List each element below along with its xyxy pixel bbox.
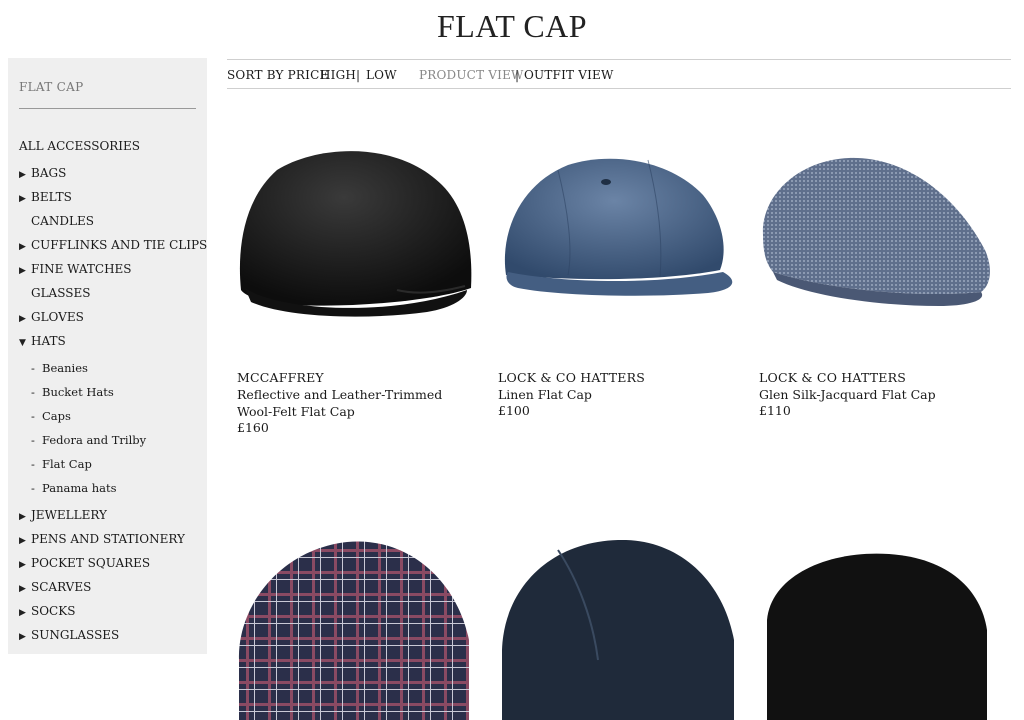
toolbar-separator: | [515,68,520,82]
black-wool-flat-cap-image[interactable] [237,140,477,320]
product-brand[interactable]: LOCK & CO HATTERS [498,370,645,385]
caret-right-icon: ▶ [19,266,26,276]
sidebar-item[interactable]: - Fedora and Trilby [31,432,146,448]
sidebar-item[interactable]: ▶ BELTS [19,189,72,205]
sidebar-item[interactable]: ▶ BAGS [19,165,66,181]
sidebar-item-label: HATS [31,334,66,348]
product-price: £100 [498,403,530,418]
bullet-dash-icon: - [31,433,35,447]
product-name[interactable]: Linen Flat Cap [498,386,733,403]
sidebar-item[interactable]: ▶ SOCKS [19,603,75,619]
sidebar-item[interactable]: - Panama hats [31,480,117,496]
sort-low-link[interactable]: LOW [366,68,397,82]
sidebar-item[interactable]: ▶ SUNGLASSES [19,627,119,643]
category-sidebar: FLAT CAP ALL ACCESSORIES ▶ BAGS ▶ BELTS CANDL… [8,58,207,654]
caret-right-icon: ▶ [19,170,26,180]
bullet-dash-icon: - [31,361,35,375]
sidebar-item[interactable]: ▶ GLOVES [19,309,84,325]
caret-right-icon: ▶ [19,632,26,642]
caret-right-icon: ▶ [19,536,26,546]
sidebar-item-label: BELTS [31,190,72,204]
sidebar-item[interactable]: ▶ CUFFLINKS AND TIE CLIPS [19,237,207,253]
sidebar-item-label: BAGS [31,166,67,180]
caret-right-icon: ▶ [19,194,26,204]
sidebar-item[interactable]: ▶ JEWELLERY [19,507,107,523]
sidebar-item-label: Panama hats [42,481,117,495]
bullet-dash-icon: - [31,409,35,423]
product-price: £160 [237,420,269,435]
sidebar-item-label: SUNGLASSES [31,628,120,642]
product-price: £110 [759,403,791,418]
sort-view-toolbar: SORT BY PRICE HIGH | LOW PRODUCT VIEW | … [227,59,1011,89]
sidebar-item[interactable]: ▶ SCARVES [19,579,91,595]
navy-flat-cap-image[interactable] [498,540,738,720]
sidebar-item-label: GLOVES [31,310,84,324]
caret-right-icon: ▶ [19,584,26,594]
product-brand[interactable]: LOCK & CO HATTERS [759,370,906,385]
sidebar-item-label: POCKET SQUARES [31,556,151,570]
sidebar-item-label: FINE WATCHES [31,262,132,276]
page-title: FLAT CAP [436,8,588,44]
product-view-link[interactable]: PRODUCT VIEW [419,68,524,82]
sidebar-heading: FLAT CAP [19,80,84,94]
sidebar-item[interactable]: CANDLES [19,213,94,229]
caret-down-icon: ▼ [19,338,26,348]
caret-right-icon: ▶ [19,608,26,618]
caret-right-icon: ▶ [19,314,26,324]
sidebar-item-label: SOCKS [31,604,76,618]
sidebar-item-label: CANDLES [31,214,94,228]
outfit-view-link[interactable]: OUTFIT VIEW [524,68,614,82]
sidebar-item[interactable]: GLASSES [19,285,90,301]
blue-jacquard-flat-cap-image[interactable] [759,140,999,320]
sidebar-item[interactable]: ▼ HATS [19,333,66,349]
caret-right-icon: ▶ [19,512,26,522]
sidebar-item[interactable]: - Bucket Hats [31,384,114,400]
sort-high-link[interactable]: HIGH [320,68,356,82]
bullet-dash-icon: - [31,385,35,399]
product-name[interactable]: Glen Silk-Jacquard Flat Cap [759,386,994,403]
sidebar-item-label: ALL ACCESSORIES [19,139,141,153]
bullet-dash-icon: - [31,481,35,495]
sidebar-item-label: Bucket Hats [42,385,114,399]
sidebar-item-label: CUFFLINKS AND TIE CLIPS [31,238,208,252]
sidebar-item-label: Flat Cap [42,457,92,471]
plaid-flat-cap-image[interactable] [237,540,477,720]
black-flat-cap-image[interactable] [759,540,999,720]
sidebar-divider [19,108,196,109]
sidebar-item-label: PENS AND STATIONERY [31,532,185,546]
sidebar-item-label: GLASSES [31,286,91,300]
product-name[interactable]: Reflective and Leather-Trimmed Wool-Felt… [237,386,472,420]
sidebar-item[interactable]: ▶ PENS AND STATIONERY [19,531,185,547]
caret-right-icon: ▶ [19,242,26,252]
sidebar-item[interactable]: ALL ACCESSORIES [19,138,140,154]
sidebar-item-label: SCARVES [31,580,92,594]
sidebar-item[interactable]: - Flat Cap [31,456,92,472]
sidebar-item-label: Caps [42,409,71,423]
sidebar-item[interactable]: ▶ POCKET SQUARES [19,555,150,571]
blue-linen-newsboy-cap-image[interactable] [498,140,738,320]
toolbar-separator: | [356,68,361,82]
bullet-dash-icon: - [31,457,35,471]
sidebar-item-label: JEWELLERY [31,508,107,522]
sidebar-item[interactable]: - Beanies [31,360,88,376]
sidebar-item[interactable]: ▶ FINE WATCHES [19,261,132,277]
sidebar-item-label: Fedora and Trilby [42,433,147,447]
sidebar-item[interactable]: - Caps [31,408,71,424]
sidebar-item-label: Beanies [42,361,88,375]
sort-by-price-label: SORT BY PRICE [227,68,329,82]
product-brand[interactable]: MCCAFFREY [237,370,324,385]
caret-right-icon: ▶ [19,560,26,570]
